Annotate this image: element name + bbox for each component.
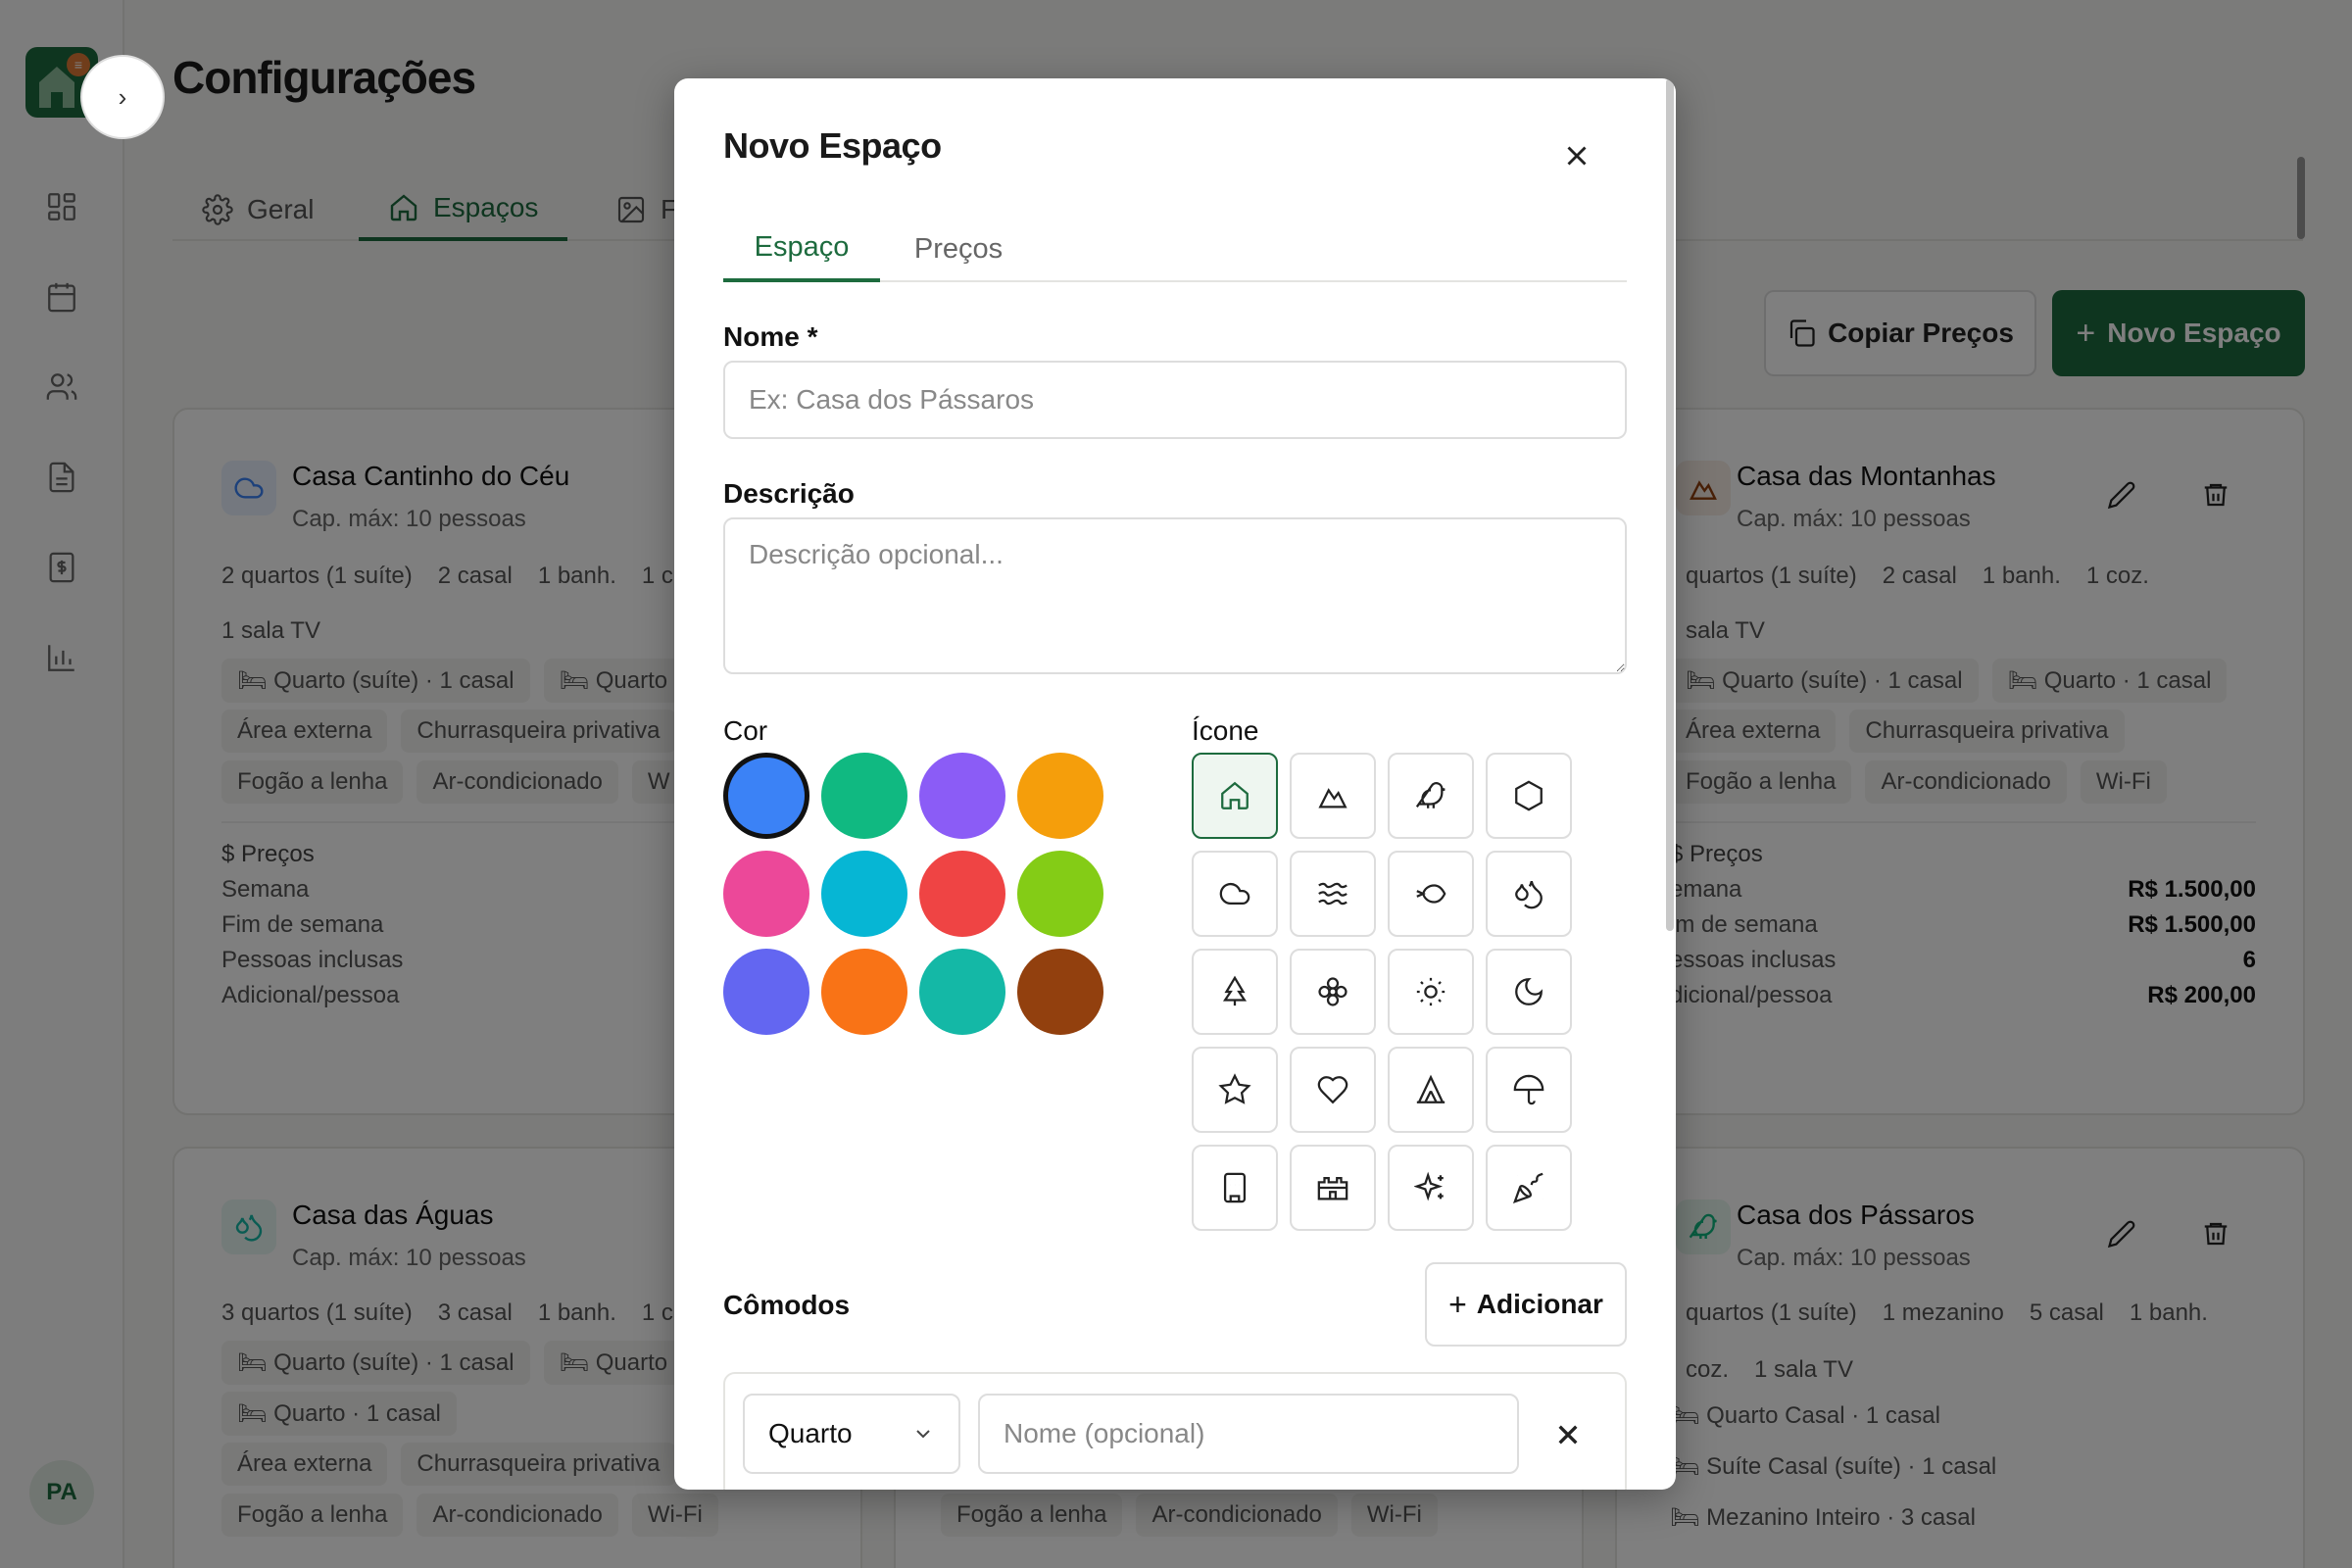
icon-option-moon[interactable] [1486,949,1572,1035]
icon-option-hexagon[interactable] [1486,753,1572,839]
icon-option-heart[interactable] [1290,1047,1376,1133]
room-type-value: Quarto [768,1418,853,1448]
color-label: Cor [723,715,768,746]
icon-option-mountain[interactable] [1290,753,1376,839]
cloud-icon [1219,882,1250,906]
room-row: Quarto [723,1372,1627,1490]
add-room-button[interactable]: + Adicionar [1425,1262,1627,1347]
description-input[interactable] [723,517,1627,674]
color-swatch[interactable] [821,753,907,839]
name-label: Nome * [723,321,818,352]
color-swatch[interactable] [821,851,907,937]
icon-option-droplets[interactable] [1486,851,1572,937]
remove-room-icon[interactable] [1548,1415,1588,1454]
chevron-down-icon [916,1430,930,1439]
icon-option-sparkles[interactable] [1388,1145,1474,1231]
tree-icon [1222,975,1248,1006]
icon-option-castle[interactable] [1290,1145,1376,1231]
description-label: Descrição [723,478,855,509]
icon-option-tent[interactable] [1388,1047,1474,1133]
color-swatch[interactable] [919,851,1005,937]
dialog-scrollbar[interactable] [1664,78,1676,1490]
color-swatch[interactable] [919,753,1005,839]
dialog-scrollbar-thumb[interactable] [1666,78,1674,931]
icon-option-waves[interactable] [1290,851,1376,937]
hexagon-icon [1515,780,1543,811]
moon-icon [1515,978,1543,1005]
icon-label: Ícone [1192,715,1259,746]
dialog-tabs: Espaço Preços [723,216,1627,282]
bird-icon [1415,782,1446,808]
room-type-select[interactable]: Quarto [743,1394,960,1474]
name-input[interactable] [723,361,1627,439]
color-swatch[interactable] [723,949,809,1035]
icon-option-sun[interactable] [1388,949,1474,1035]
sun-icon [1416,977,1446,1006]
sparkles-icon [1414,1171,1444,1201]
color-swatch[interactable] [1017,753,1103,839]
add-room-label: Adicionar [1476,1289,1603,1319]
icon-option-flower[interactable] [1290,949,1376,1035]
party-icon [1512,1172,1544,1204]
color-swatch[interactable] [1017,851,1103,937]
heart-icon [1317,1076,1348,1104]
icon-option-bird[interactable] [1388,753,1474,839]
icon-option-fish[interactable] [1388,851,1474,937]
color-swatch[interactable] [723,851,809,937]
mountain-icon [1318,788,1348,808]
home-icon [1221,781,1249,809]
close-icon[interactable] [1560,139,1593,172]
icon-option-home[interactable] [1192,753,1278,839]
icon-option-cloud[interactable] [1192,851,1278,937]
icon-option-party[interactable] [1486,1145,1572,1231]
star-icon [1218,1073,1251,1104]
building-icon [1223,1172,1247,1203]
plus-icon: + [1448,1286,1467,1322]
color-swatch[interactable] [821,949,907,1035]
icon-option-umbrella[interactable] [1486,1047,1572,1133]
icon-option-building[interactable] [1192,1145,1278,1231]
flower-icon [1318,977,1348,1006]
tent-icon [1416,1074,1446,1103]
new-space-dialog: Novo Espaço Espaço Preços Nome * Descriç… [674,78,1676,1490]
umbrella-icon [1513,1074,1544,1105]
tab-precos[interactable]: Preços [880,216,1037,282]
room-name-input[interactable] [978,1394,1519,1474]
waves-icon [1318,882,1348,906]
icon-option-star[interactable] [1192,1047,1278,1133]
sidebar-toggle-button[interactable]: › [80,55,165,139]
dialog-title: Novo Espaço [723,125,942,166]
icon-option-tree[interactable] [1192,949,1278,1035]
color-swatch[interactable] [919,949,1005,1035]
castle-icon [1317,1176,1348,1200]
droplets-icon [1515,880,1543,909]
fish-icon [1416,884,1446,904]
color-swatch[interactable] [1017,949,1103,1035]
rooms-label: Cômodos [723,1290,851,1320]
tab-espaco[interactable]: Espaço [723,216,880,282]
color-swatch[interactable] [723,753,809,839]
